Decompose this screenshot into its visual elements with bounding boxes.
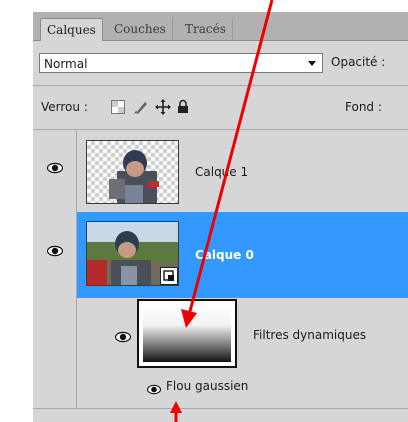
lock-all-icon[interactable] (176, 99, 190, 118)
smart-object-icon (160, 267, 178, 285)
blend-mode-row: Normal Opacité : (33, 41, 408, 86)
lock-image-pixels-icon[interactable] (133, 99, 149, 119)
eye-icon[interactable] (146, 380, 162, 399)
layer-thumbnail (86, 221, 179, 286)
chevron-down-icon (308, 61, 316, 66)
visibility-cell (33, 298, 77, 408)
tab-couches[interactable]: Couches (108, 18, 173, 40)
layer-name: Calque 1 (195, 165, 249, 179)
tab-calques[interactable]: Calques (40, 18, 103, 41)
lock-label: Verrou : (41, 100, 88, 114)
layer-row-calque-1[interactable]: Calque 1 (33, 130, 408, 212)
divider (33, 408, 408, 409)
tab-traces[interactable]: Tracés (179, 18, 233, 40)
blend-mode-value: Normal (44, 57, 88, 71)
person-image (109, 150, 159, 203)
lock-row: Verrou : Fond : (33, 86, 408, 130)
eye-icon[interactable] (114, 328, 132, 347)
panel-tab-bar: Calques Couches Tracés (33, 12, 408, 41)
blend-mode-select[interactable]: Normal (39, 53, 323, 73)
layer-name: Calque 0 (195, 248, 254, 262)
gradient-mask (142, 304, 232, 363)
eye-icon[interactable] (46, 159, 64, 178)
layer-thumbnail (86, 140, 179, 204)
layers-panel: Calques Couches Tracés Normal Opacité : … (33, 12, 408, 422)
filter-mask-thumbnail[interactable] (137, 299, 237, 368)
eye-icon[interactable] (46, 242, 64, 261)
filter-effect-gaussian-blur[interactable]: Flou gaussien (166, 379, 248, 393)
lock-position-icon[interactable] (155, 99, 171, 119)
smart-filters-group: Filtres dynamiques Flou gaussien (33, 298, 408, 408)
fill-label: Fond : (345, 100, 382, 114)
smart-filters-label: Filtres dynamiques (253, 328, 367, 342)
lock-transparent-pixels-icon[interactable] (111, 99, 125, 118)
opacity-label: Opacité : (331, 55, 386, 69)
layer-row-calque-0[interactable]: Calque 0 (33, 212, 408, 298)
